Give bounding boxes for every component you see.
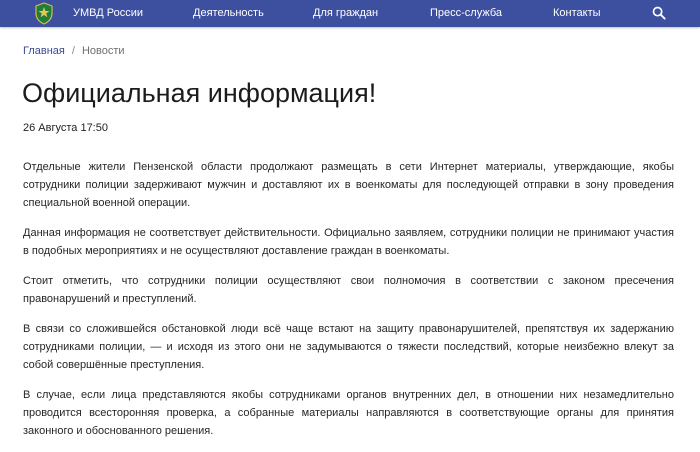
nav-item-press-service[interactable]: Пресс-служба xyxy=(430,0,502,27)
search-icon[interactable] xyxy=(652,6,666,20)
breadcrumb-separator: / xyxy=(71,45,75,57)
article-paragraph: В случае, если лица представляются якобы… xyxy=(23,389,674,437)
nav-item-activity[interactable]: Деятельность xyxy=(193,0,264,27)
breadcrumb: Главная / Новости xyxy=(23,45,125,57)
article-paragraph: В связи со сложившейся обстановкой люди … xyxy=(23,323,674,371)
article-paragraph: Данная информация не соответствует дейст… xyxy=(23,227,674,257)
nav-item-contacts[interactable]: Контакты xyxy=(553,0,601,27)
page-title: Официальная информация! xyxy=(22,78,377,108)
top-navbar: УМВД России Деятельность Для граждан Пре… xyxy=(0,0,700,27)
breadcrumb-current: Новости xyxy=(81,45,125,57)
article-body: Отдельные жители Пензенской области прод… xyxy=(23,158,674,452)
article-date: 26 Августа 17:50 xyxy=(23,122,108,134)
mvd-emblem-icon[interactable] xyxy=(34,2,54,25)
breadcrumb-home-link[interactable]: Главная xyxy=(23,45,65,57)
nav-item-for-citizens[interactable]: Для граждан xyxy=(313,0,378,27)
article-paragraph: Отдельные жители Пензенской области прод… xyxy=(23,161,674,209)
article-paragraph: Стоит отметить, что сотрудники полиции о… xyxy=(23,275,674,305)
nav-brand-link[interactable]: УМВД России xyxy=(73,0,143,27)
